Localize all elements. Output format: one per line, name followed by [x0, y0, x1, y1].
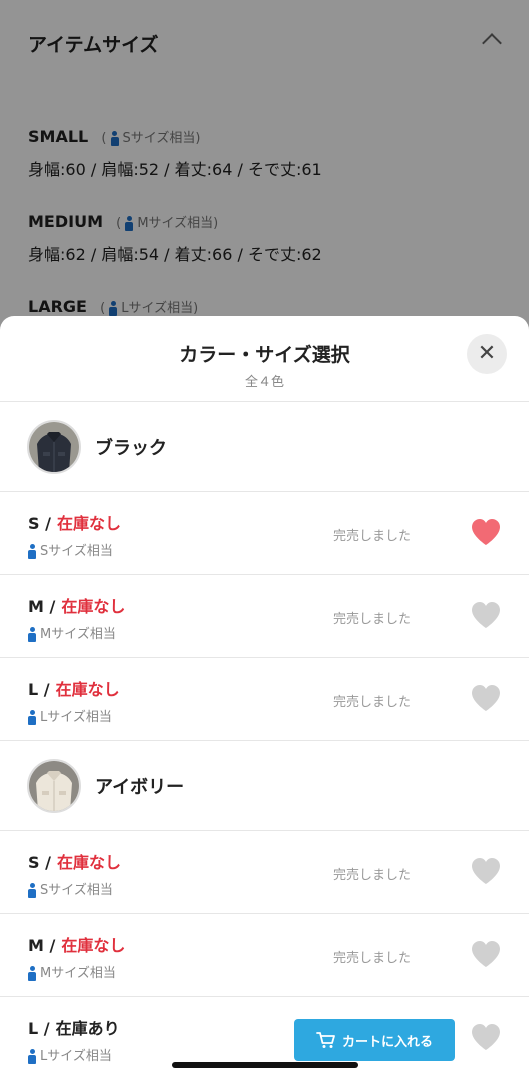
sold-out-label: 完売しました	[333, 695, 412, 710]
person-icon	[28, 1049, 36, 1064]
size-label: S / 在庫なし	[28, 514, 121, 533]
color-group-black: ブラック	[0, 402, 529, 492]
size-row: M / 在庫なし Mサイズ相当 完売しました	[0, 914, 529, 997]
add-to-cart-button[interactable]: カートに入れる	[294, 1019, 455, 1061]
heart-icon[interactable]	[471, 1023, 501, 1051]
stock-status: 在庫なし	[56, 514, 121, 533]
size-row: L / 在庫なし Lサイズ相当 完売しました	[0, 658, 529, 741]
stock-status: 在庫なし	[61, 597, 126, 616]
size-equivalent: Sサイズ相当	[28, 540, 113, 559]
sheet-header: カラー・サイズ選択 全４色 ✕	[0, 316, 529, 402]
sold-out-label: 完売しました	[333, 529, 412, 544]
product-thumbnail-ivory	[27, 758, 81, 813]
person-icon	[28, 710, 36, 725]
size-label: S / 在庫なし	[28, 853, 121, 872]
person-icon	[28, 966, 36, 981]
cart-icon	[316, 1032, 335, 1048]
sheet-subtitle: 全４色	[244, 375, 284, 390]
size-equivalent: Mサイズ相当	[28, 623, 116, 642]
size-equivalent: Sサイズ相当	[28, 879, 113, 898]
home-indicator[interactable]	[172, 1062, 358, 1068]
close-icon: ✕	[477, 341, 497, 366]
sold-out-label: 完売しました	[333, 612, 412, 627]
stock-status: 在庫なし	[61, 936, 126, 955]
color-name: アイボリー	[95, 776, 185, 798]
heart-icon[interactable]	[471, 684, 501, 712]
sheet-title: カラー・サイズ選択	[179, 344, 350, 366]
stock-status: 在庫なし	[55, 680, 120, 699]
size-row: S / 在庫なし Sサイズ相当 完売しました	[0, 492, 529, 575]
sold-out-label: 完売しました	[333, 868, 412, 883]
color-size-sheet: カラー・サイズ選択 全４色 ✕ ブラック S / 在庫なし Sサイズ相当 完売しま…	[0, 316, 529, 1080]
size-label: M / 在庫なし	[28, 936, 126, 955]
add-to-cart-label: カートに入れる	[341, 1034, 433, 1050]
heart-icon[interactable]	[471, 940, 501, 968]
sold-out-label: 完売しました	[333, 951, 412, 966]
person-icon	[28, 883, 36, 898]
size-equivalent: Lサイズ相当	[28, 706, 112, 725]
stock-status: 在庫あり	[55, 1019, 120, 1038]
person-icon	[28, 544, 36, 559]
size-label: L / 在庫あり	[28, 1019, 120, 1038]
size-equivalent: Lサイズ相当	[28, 1045, 112, 1064]
size-equivalent: Mサイズ相当	[28, 962, 116, 981]
person-icon	[28, 627, 36, 642]
close-button[interactable]: ✕	[467, 334, 507, 374]
size-label: M / 在庫なし	[28, 597, 126, 616]
heart-icon-active[interactable]	[471, 518, 501, 546]
stock-status: 在庫なし	[56, 853, 121, 872]
size-row: M / 在庫なし Mサイズ相当 完売しました	[0, 575, 529, 658]
heart-icon[interactable]	[471, 857, 501, 885]
product-thumbnail-black	[27, 419, 81, 474]
size-label: L / 在庫なし	[28, 680, 120, 699]
heart-icon[interactable]	[471, 601, 501, 629]
color-group-ivory: アイボリー	[0, 741, 529, 831]
color-name: ブラック	[95, 437, 167, 459]
size-row: S / 在庫なし Sサイズ相当 完売しました	[0, 831, 529, 914]
